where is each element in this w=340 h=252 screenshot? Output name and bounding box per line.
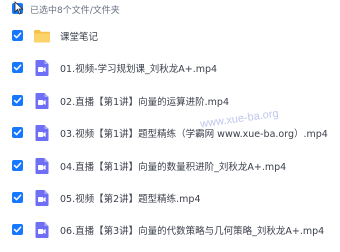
file-row[interactable]: 05.视频【第2讲】题型精练.mp4 bbox=[0, 182, 340, 214]
file-name: 04.直播【第1讲】向量的数量积进阶_刘秋龙A+.mp4 bbox=[60, 161, 287, 173]
video-file-icon bbox=[33, 157, 51, 175]
file-row[interactable]: 03.视频【第1讲】题型精练（学霸网 www.xue-ba.org）.mp4 bbox=[0, 117, 340, 149]
file-name: 06.直播【第3讲】向量的代数策略与几何策略_刘秋龙A+.mp4 bbox=[60, 226, 325, 238]
row-checkbox[interactable] bbox=[12, 94, 23, 106]
row-checkbox[interactable] bbox=[12, 192, 23, 203]
video-file-icon bbox=[33, 221, 51, 239]
file-name: 课堂笔记 bbox=[60, 32, 99, 43]
folder-icon bbox=[33, 27, 51, 45]
row-checkbox[interactable] bbox=[12, 62, 23, 74]
selection-header: 已选中8个文件/文件夹 bbox=[0, 0, 340, 18]
file-row[interactable]: 课堂笔记 bbox=[0, 20, 340, 52]
mouse-cursor-icon bbox=[14, 1, 24, 15]
file-row[interactable]: 06.直播【第3讲】向量的代数策略与几何策略_刘秋龙A+.mp4 bbox=[0, 214, 340, 246]
row-checkbox[interactable] bbox=[12, 159, 23, 171]
file-row[interactable]: 01.视频-学习规划课_刘秋龙A+.mp4 bbox=[0, 52, 340, 84]
row-checkbox[interactable] bbox=[12, 30, 23, 41]
file-row[interactable]: 02.直播【第1讲】向量的运算进阶.mp4 bbox=[0, 85, 340, 117]
selection-count-label: 已选中8个文件/文件夹 bbox=[30, 6, 120, 16]
file-name: 01.视频-学习规划课_刘秋龙A+.mp4 bbox=[60, 64, 218, 76]
file-name: 05.视频【第2讲】题型精练.mp4 bbox=[60, 194, 201, 205]
row-checkbox[interactable] bbox=[12, 127, 23, 139]
row-checkbox[interactable] bbox=[12, 224, 23, 236]
file-name: 03.视频【第1讲】题型精练（学霸网 www.xue-ba.org）.mp4 bbox=[60, 129, 328, 141]
file-name: 02.直播【第1讲】向量的运算进阶.mp4 bbox=[60, 96, 230, 108]
video-file-icon bbox=[33, 92, 51, 110]
file-row[interactable]: 04.直播【第1讲】向量的数量积进阶_刘秋龙A+.mp4 bbox=[0, 150, 340, 182]
video-file-icon bbox=[33, 189, 51, 207]
video-file-icon bbox=[33, 59, 51, 77]
video-file-icon bbox=[33, 124, 51, 142]
